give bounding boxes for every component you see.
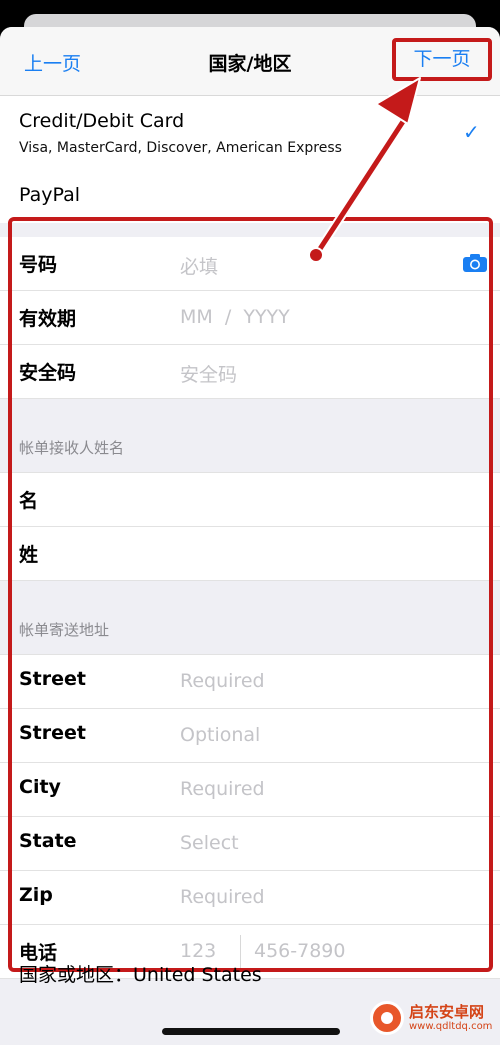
camera-icon[interactable]: [462, 253, 488, 273]
zip-row[interactable]: Zip Required: [0, 871, 500, 925]
last-name-row[interactable]: 姓: [0, 527, 500, 581]
street-row-1[interactable]: Street Required: [0, 655, 500, 709]
watermark-logo-icon: [370, 1001, 404, 1035]
home-indicator: [162, 1028, 340, 1035]
expiry-input[interactable]: MM / YYYY: [180, 306, 290, 328]
watermark-url: www.qdltdq.com: [409, 1020, 493, 1032]
navigation-bar: 上一页 国家/地区 下一页: [0, 27, 500, 96]
last-name-label: 姓: [19, 544, 39, 566]
billing-address-section: 帐单寄送地址: [0, 581, 500, 655]
street-row-2[interactable]: Street Optional: [0, 709, 500, 763]
payment-method-name: PayPal: [19, 184, 81, 206]
security-code-row[interactable]: 安全码 安全码: [0, 345, 500, 399]
first-name-label: 名: [19, 490, 39, 512]
street-input[interactable]: Required: [180, 670, 265, 692]
payment-method-detail: Visa, MasterCard, Discover, American Exp…: [19, 140, 342, 156]
payment-sheet: 上一页 国家/地区 下一页 Credit/Debit Card Visa, Ma…: [0, 27, 500, 1045]
billing-address-header: 帐单寄送地址: [19, 621, 110, 639]
state-label: State: [19, 830, 77, 852]
watermark: 启东安卓网 www.qdltdq.com: [370, 998, 492, 1038]
state-select[interactable]: Select: [180, 832, 239, 854]
street-input[interactable]: Optional: [180, 724, 260, 746]
first-name-row[interactable]: 名: [0, 473, 500, 527]
payment-form: 号码 必填 有效期 MM / YYYY 安全码 安全码 帐单接收人姓名 名 姓: [0, 237, 500, 979]
payment-method-paypal[interactable]: PayPal: [0, 170, 500, 223]
billing-name-header: 帐单接收人姓名: [19, 439, 125, 457]
watermark-name: 启东安卓网: [409, 1002, 485, 1021]
billing-name-section: 帐单接收人姓名: [0, 399, 500, 473]
city-row[interactable]: City Required: [0, 763, 500, 817]
security-code-label: 安全码: [19, 362, 77, 384]
city-label: City: [19, 776, 61, 798]
city-input[interactable]: Required: [180, 778, 265, 800]
expiry-row[interactable]: 有效期 MM / YYYY: [0, 291, 500, 345]
zip-label: Zip: [19, 884, 53, 906]
country-value: United States: [133, 964, 262, 986]
card-number-row[interactable]: 号码 必填: [0, 237, 500, 291]
checkmark-icon: ✓: [463, 120, 480, 144]
security-code-input[interactable]: 安全码: [180, 360, 237, 387]
card-number-label: 号码: [19, 254, 58, 276]
card-number-input[interactable]: 必填: [180, 252, 218, 279]
next-button[interactable]: 下一页: [392, 38, 492, 81]
expiry-label: 有效期: [19, 308, 77, 330]
country-label: 国家或地区：: [19, 964, 134, 986]
phone-number-input[interactable]: 456-7890: [254, 940, 345, 962]
payment-method-name: Credit/Debit Card: [19, 110, 185, 132]
state-row[interactable]: State Select: [0, 817, 500, 871]
country-row[interactable]: 国家或地区：United States: [19, 960, 262, 987]
street-label: Street: [19, 722, 86, 744]
phone-area-input[interactable]: 123: [180, 940, 216, 962]
street-label: Street: [19, 668, 86, 690]
zip-input[interactable]: Required: [180, 886, 265, 908]
